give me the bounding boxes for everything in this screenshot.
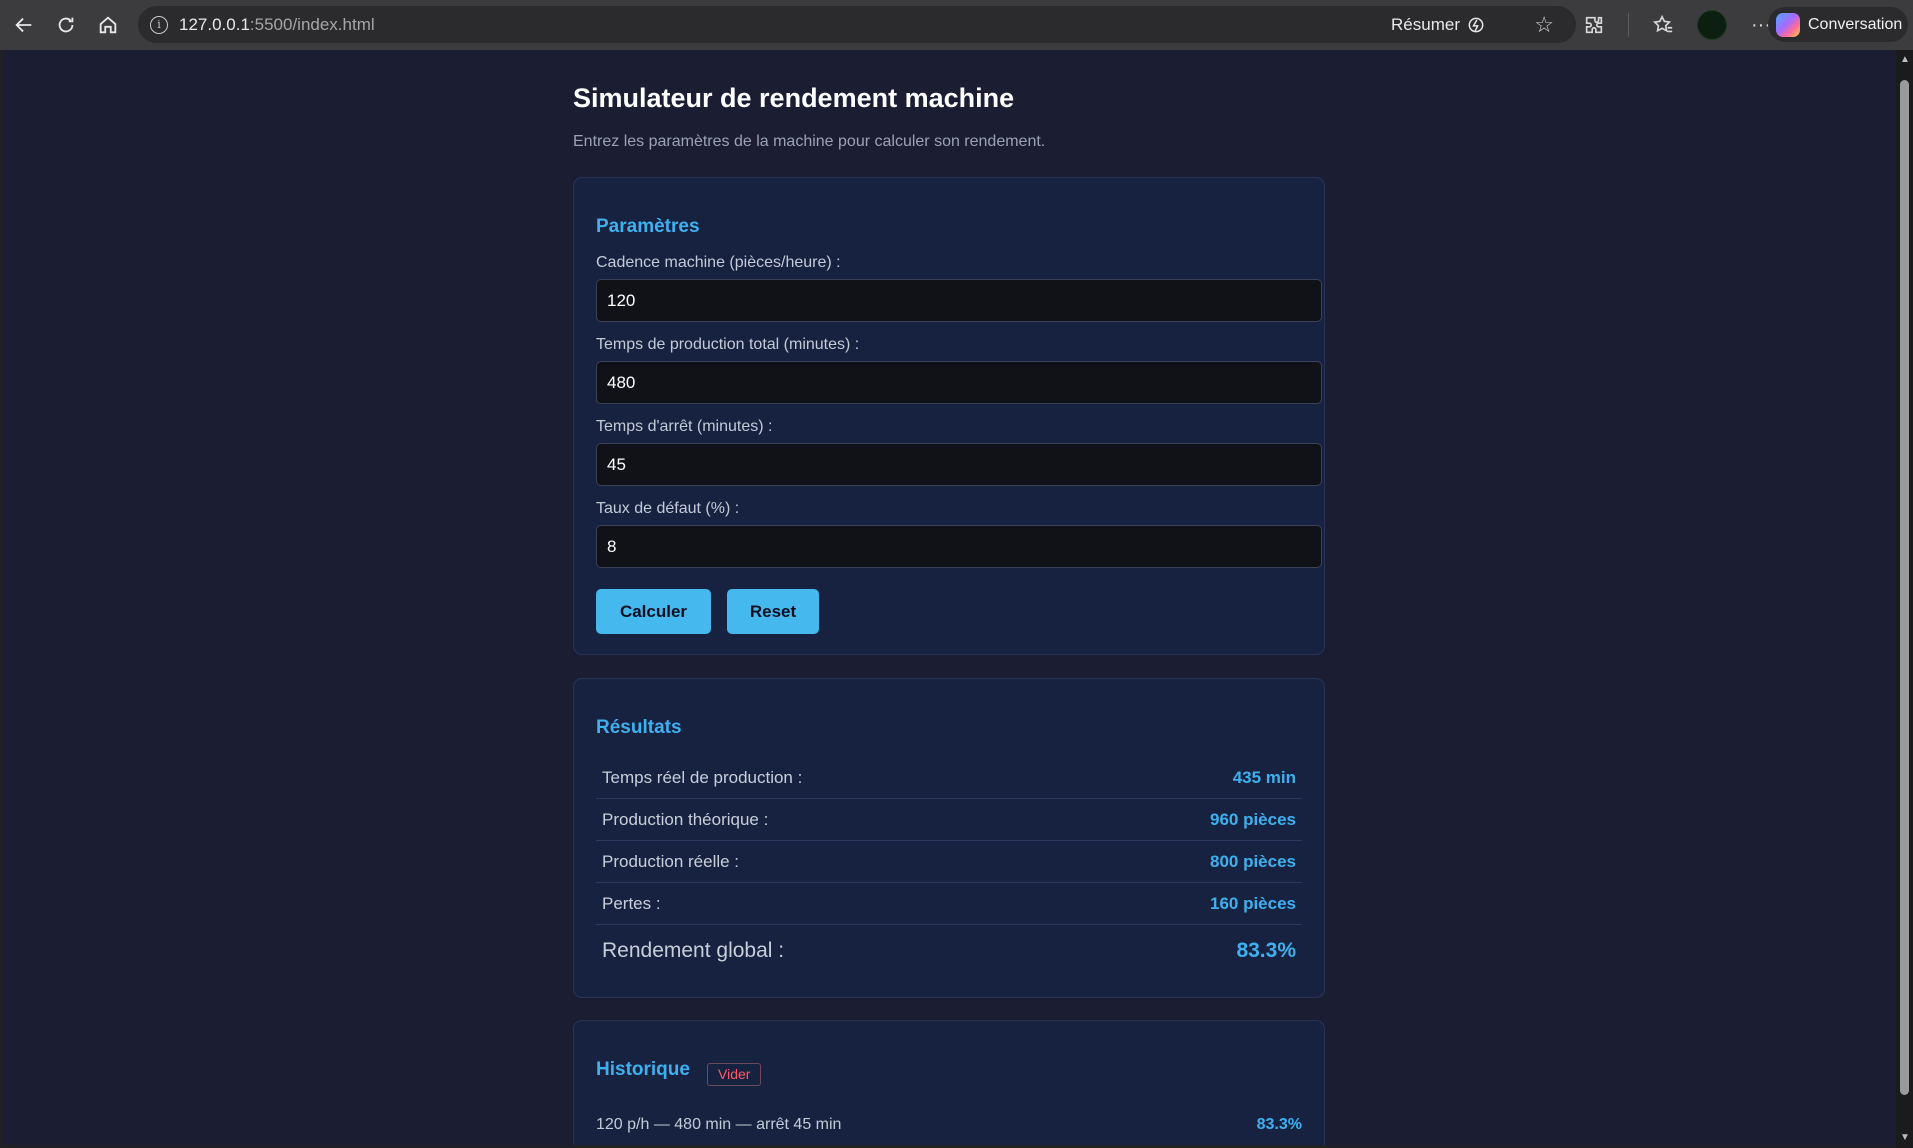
result-row-global-yield: Rendement global : 83.3%	[596, 927, 1302, 975]
summarize-label: Résumer	[1391, 14, 1460, 34]
result-row-real-time: Temps réel de production : 435 min	[596, 757, 1302, 799]
result-value: 960 pièces	[1209, 809, 1296, 829]
results-heading: Résultats	[596, 717, 682, 738]
page-title: Simulateur de rendement machine	[573, 83, 1015, 113]
profile-avatar[interactable]	[1697, 10, 1727, 40]
result-value: 160 pièces	[1209, 893, 1296, 913]
result-label: Temps réel de production :	[602, 767, 803, 787]
result-row-real-production: Production réelle : 800 pièces	[596, 841, 1302, 883]
total-time-label: Temps de production total (minutes) :	[596, 336, 860, 353]
scroll-down-arrow-icon[interactable]: ▼	[1900, 1132, 1910, 1143]
result-value: 800 pièces	[1209, 851, 1296, 871]
result-value: 435 min	[1232, 767, 1296, 787]
page-subtitle: Entrez les paramètres de la machine pour…	[573, 133, 1046, 150]
history-entry-text: 120 p/h — 480 min — arrêt 45 min	[596, 1116, 842, 1133]
scroll-up-arrow-icon[interactable]: ▲	[1900, 54, 1910, 65]
downtime-input[interactable]	[596, 443, 1322, 486]
result-row-losses: Pertes : 160 pièces	[596, 883, 1302, 925]
history-card: Historique Vider 120 p/h — 480 min — arr…	[573, 1020, 1325, 1145]
result-label: Production théorique :	[602, 809, 769, 829]
calculate-button[interactable]: Calculer	[596, 589, 711, 634]
defect-rate-input[interactable]	[596, 525, 1322, 568]
result-label: Pertes :	[602, 893, 661, 913]
copilot-icon	[1776, 12, 1800, 37]
browser-toolbar: i 127.0.0.1:5500/index.html Résumer ☆ ··…	[0, 0, 1913, 50]
downtime-label: Temps d'arrêt (minutes) :	[596, 418, 773, 435]
scrollbar-thumb[interactable]	[1900, 80, 1909, 1095]
history-entry-value: 83.3%	[1256, 1116, 1302, 1133]
total-time-input[interactable]	[596, 361, 1322, 404]
back-icon[interactable]	[6, 7, 42, 43]
results-card: Résultats Temps réel de production : 435…	[573, 678, 1325, 998]
extensions-icon[interactable]	[1580, 11, 1608, 39]
global-yield-value: 83.3%	[1236, 939, 1296, 962]
toolbar-divider	[1628, 13, 1629, 37]
result-label: Production réelle :	[602, 851, 740, 871]
url-path: :5500/index.html	[249, 14, 375, 34]
favorite-star-icon[interactable]: ☆	[1534, 12, 1554, 38]
history-heading: Historique	[596, 1059, 690, 1080]
parameters-card: Paramètres Cadence machine (pièces/heure…	[573, 177, 1325, 655]
copilot-conversation-button[interactable]: Conversation	[1768, 7, 1908, 42]
page-scrollbar[interactable]: ▲ ▼	[1896, 50, 1913, 1148]
url-host: 127.0.0.1	[179, 14, 250, 34]
global-yield-label: Rendement global :	[602, 939, 785, 962]
reload-icon[interactable]	[48, 7, 84, 43]
url-text[interactable]: 127.0.0.1:5500/index.html	[179, 15, 375, 35]
cadence-input[interactable]	[596, 279, 1322, 322]
address-bar[interactable]: i 127.0.0.1:5500/index.html Résumer ☆	[138, 6, 1576, 43]
reset-button[interactable]: Reset	[727, 589, 819, 634]
favorites-icon[interactable]	[1649, 11, 1677, 39]
conversation-label: Conversation	[1808, 15, 1903, 33]
clear-history-button[interactable]: Vider	[707, 1063, 762, 1086]
site-info-icon[interactable]: i	[150, 15, 168, 34]
summarize-button[interactable]: Résumer	[1391, 15, 1486, 35]
defect-rate-label: Taux de défaut (%) :	[596, 500, 740, 517]
history-entry: 120 p/h — 480 min — arrêt 45 min 83.3%	[596, 1116, 1302, 1134]
result-row-theoretical: Production théorique : 960 pièces	[596, 799, 1302, 841]
cadence-label: Cadence machine (pièces/heure) :	[596, 254, 841, 271]
page-viewport: Simulateur de rendement machine Entrez l…	[3, 50, 1896, 1145]
summarize-icon	[1468, 17, 1484, 32]
parameters-heading: Paramètres	[596, 216, 700, 237]
home-icon[interactable]	[90, 7, 126, 43]
